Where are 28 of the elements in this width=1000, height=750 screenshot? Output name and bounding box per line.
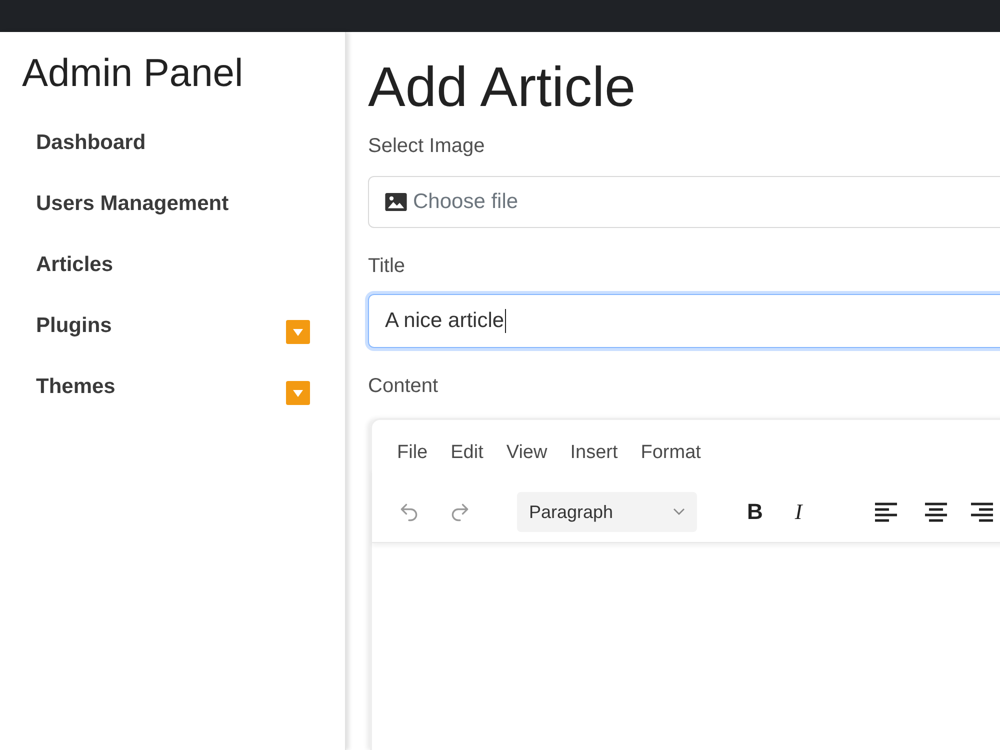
editor-menu-item[interactable]: Format <box>640 442 701 464</box>
editor-menu-item[interactable]: Insert <box>570 442 618 464</box>
block-format-dropdown[interactable]: Paragraph <box>517 492 697 532</box>
page-heading: Add Article <box>368 56 637 118</box>
editor-menu-item[interactable]: View <box>506 442 548 464</box>
align-left-icon[interactable] <box>874 501 898 523</box>
bold-button[interactable]: B <box>747 498 763 526</box>
field-label: Select Image <box>368 134 486 159</box>
sidebar-item[interactable]: Articles <box>22 234 310 295</box>
rich-text-editor[interactable]: File Edit View Insert Format Paragraph B I <box>370 418 1000 750</box>
dropdown-caret-icon[interactable] <box>286 320 310 344</box>
image-icon <box>385 193 407 211</box>
align-center-icon[interactable] <box>924 501 948 523</box>
title-input[interactable]: A nice article <box>368 294 1000 348</box>
editor-menu-item[interactable]: Edit <box>450 442 484 464</box>
dropdown-caret-icon[interactable] <box>286 380 310 404</box>
italic-button[interactable]: I <box>794 498 802 526</box>
sidebar-title: Admin Panel <box>22 52 244 96</box>
sidebar-item[interactable]: Plugins <box>22 295 310 356</box>
align-right-icon[interactable] <box>970 501 994 523</box>
chevron-down-icon <box>673 508 685 516</box>
file-input[interactable]: Choose file <box>368 176 1000 228</box>
sidebar-item[interactable]: Themes <box>22 356 310 417</box>
field-label: Title <box>368 254 406 279</box>
field-label: Content <box>368 374 440 399</box>
sidebar-item[interactable]: Users Management <box>22 173 310 234</box>
sidebar-item[interactable]: Dashboard <box>22 112 310 173</box>
editor-menu-item[interactable]: File <box>397 442 428 464</box>
